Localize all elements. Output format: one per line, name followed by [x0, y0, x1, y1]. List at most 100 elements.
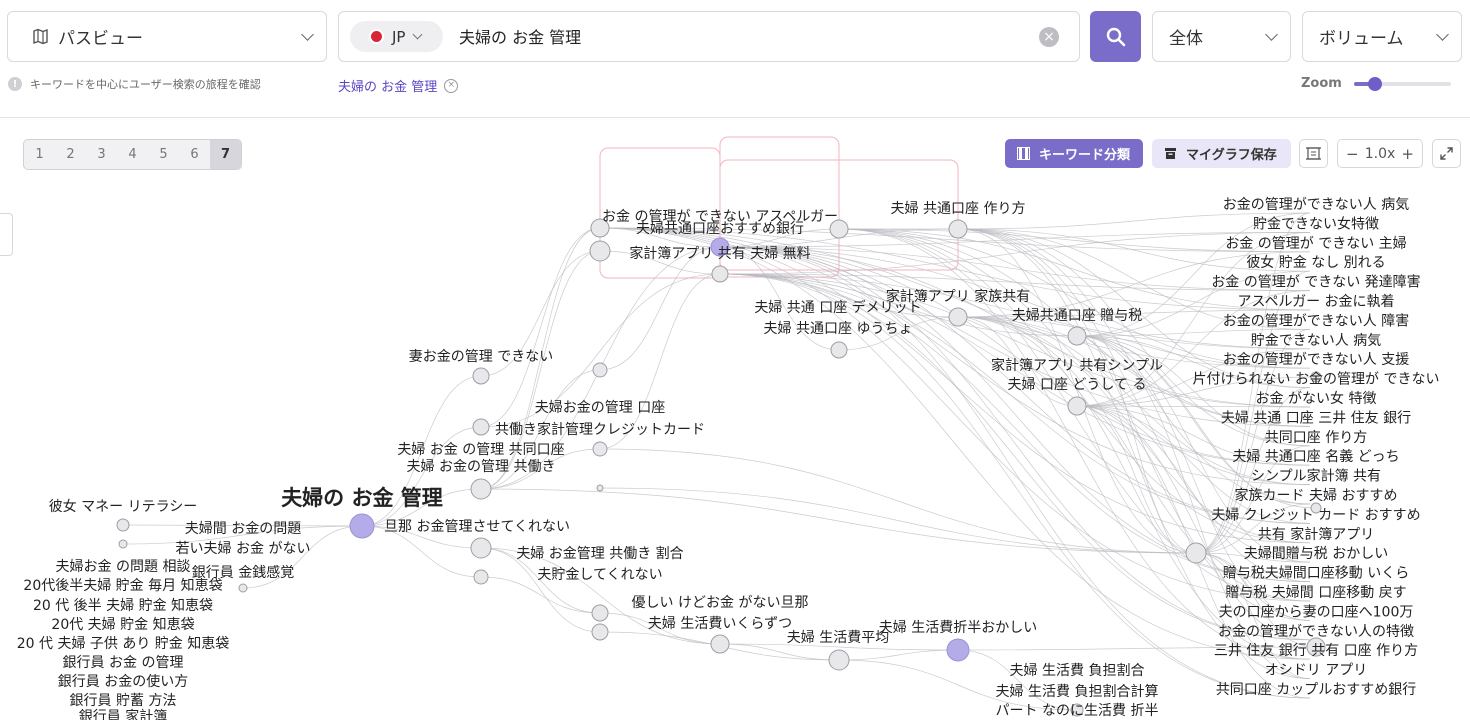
right-keyword-label[interactable]: 片付けられない お金の管理が できない	[1193, 372, 1440, 388]
graph-node-label[interactable]: 銀行員 家計簿	[79, 708, 167, 720]
graph-node[interactable]	[472, 367, 490, 385]
clear-search-icon[interactable]: ×	[1039, 27, 1059, 47]
graph-node[interactable]	[711, 265, 729, 283]
graph-node[interactable]	[591, 623, 609, 641]
right-keyword-label[interactable]: お金の管理ができない人の特徴	[1218, 624, 1414, 640]
right-keyword-label[interactable]: 貯金できない女特徴	[1253, 215, 1379, 232]
graph-node-label[interactable]: 家計簿アプリ 共有 夫婦 無料	[629, 245, 810, 262]
graph-node[interactable]	[592, 362, 608, 378]
right-keyword-label[interactable]: 贈与税夫婦間口座移動 いくら	[1223, 565, 1409, 582]
right-keyword-label[interactable]: 共有 家計簿アプリ	[1258, 526, 1374, 543]
scope-select[interactable]: 全体	[1152, 11, 1291, 62]
graph-node[interactable]	[591, 604, 609, 622]
right-keyword-label[interactable]: 夫婦 クレジット カード おすすめ	[1211, 506, 1420, 523]
graph-node-label[interactable]: 銀行員 お金の使い方	[58, 673, 188, 690]
graph-node-label[interactable]: 夫婦 お金 の管理 共同口座	[397, 441, 564, 458]
graph-node-label[interactable]: 彼女 マネー リテラシー	[49, 498, 198, 515]
graph-node-label[interactable]: 夫貯金してくれない	[537, 567, 662, 583]
right-keyword-label[interactable]: お金 の管理が できない 発達障害	[1211, 275, 1420, 291]
right-keyword-label[interactable]: オシドリ アプリ	[1265, 663, 1367, 679]
zoom-slider[interactable]	[1354, 77, 1451, 91]
graph-node-label[interactable]: 旦那 お金管理させてくれない	[384, 519, 570, 535]
graph-node-label[interactable]: 家計簿アプリ 共有シンプル	[991, 357, 1163, 374]
hint-text: ! キーワードを中心にユーザー検索の旅程を確認	[8, 76, 261, 92]
graph-node[interactable]	[116, 518, 130, 532]
graph-node[interactable]	[118, 539, 128, 549]
graph-node[interactable]	[830, 341, 848, 359]
graph-node-label[interactable]: 20代後半夫婦 貯金 毎月 知恵袋	[23, 577, 222, 594]
keyword-chip[interactable]: 夫婦の お金 管理 ×	[338, 76, 459, 95]
right-keyword-label[interactable]: お金の管理ができない人 障害	[1223, 313, 1409, 329]
right-keyword-label[interactable]: 夫の口座から妻の口座へ100万	[1219, 604, 1414, 620]
graph-node-label[interactable]: 夫婦お金の管理 口座	[535, 399, 665, 416]
right-keyword-label[interactable]: アスペルガー お金に執着	[1237, 294, 1394, 310]
graph-node-label[interactable]: 夫婦間 お金の問題	[185, 520, 301, 537]
graph-node[interactable]	[596, 484, 604, 492]
map-route-icon	[33, 28, 48, 45]
graph-node[interactable]	[710, 634, 730, 654]
graph-node[interactable]	[470, 478, 492, 500]
graph-node[interactable]	[349, 513, 375, 539]
search-button[interactable]	[1090, 11, 1141, 62]
right-keyword-label[interactable]: 夫婦 共通 口座 三井 住友 銀行	[1221, 409, 1411, 426]
graph-node-label[interactable]: 若い夫婦 お金 がない	[176, 540, 311, 557]
graph-node[interactable]	[948, 219, 968, 239]
graph-node-label[interactable]: パート なのに生活費 折半	[996, 703, 1159, 719]
right-keyword-label[interactable]: 共同口座 カップルおすすめ銀行	[1216, 682, 1416, 698]
graph-node[interactable]	[589, 240, 611, 262]
graph-node-label[interactable]: 夫婦 お金の管理 共働き	[407, 458, 556, 475]
country-select[interactable]: JP	[350, 21, 443, 52]
graph-node-label[interactable]: 夫婦 生活費いくらずつ	[648, 615, 792, 632]
keyword-search-input[interactable]	[457, 25, 1021, 46]
right-keyword-label[interactable]: お金 がない女 特徴	[1256, 390, 1377, 407]
graph-node-label[interactable]: 共働き家計管理クレジットカード	[495, 421, 705, 438]
right-keyword-label[interactable]: 贈与税 夫婦間 口座移動 戻す	[1225, 584, 1406, 601]
right-keyword-label[interactable]: お金の管理ができない人 病気	[1223, 197, 1409, 213]
center-keyword-label[interactable]: 夫婦の お金 管理	[281, 486, 443, 510]
view-mode-select[interactable]: パスビュー	[7, 11, 327, 62]
graph-node-label[interactable]: 夫婦 生活費 負担割合	[1010, 662, 1145, 679]
graph-node-label[interactable]: 夫婦 生活費 負担割合計算	[996, 683, 1159, 700]
right-keyword-label[interactable]: 夫婦間贈与税 おかしい	[1244, 545, 1388, 562]
graph-node[interactable]	[1067, 326, 1087, 346]
graph-node[interactable]	[1185, 542, 1207, 564]
right-keyword-label[interactable]: シンプル家計簿 共有	[1251, 468, 1381, 485]
graph-node[interactable]	[238, 583, 248, 593]
right-keyword-label[interactable]: お金 の管理が できない 主婦	[1225, 235, 1406, 252]
zoom-slider-handle[interactable]	[1368, 77, 1383, 91]
graph-node-label[interactable]: 夫婦 共通口座 ゆうちょ	[764, 320, 913, 337]
right-keyword-label[interactable]: お金の管理ができない人 支援	[1223, 352, 1409, 368]
right-keyword-label[interactable]: 家族カード 夫婦 おすすめ	[1235, 487, 1398, 504]
right-keyword-label[interactable]: 彼女 貯金 なし 別れる	[1246, 254, 1385, 271]
graph-node[interactable]	[472, 418, 490, 436]
graph-node[interactable]	[473, 569, 489, 585]
graph-node-label[interactable]: 20代 夫婦 貯金 知恵袋	[51, 616, 194, 633]
graph-node[interactable]	[946, 638, 970, 662]
graph-node-label[interactable]: 20 代 夫婦 子供 あり 貯金 知恵袋	[17, 635, 230, 652]
graph-node-label[interactable]: 銀行員 お金 の管理	[63, 655, 184, 671]
graph-node-label[interactable]: 夫婦お金 の問題 相談	[56, 558, 191, 575]
graph-node-label[interactable]: 夫婦 口座 どうして る	[1008, 376, 1147, 393]
graph-node[interactable]	[470, 537, 492, 559]
graph-node[interactable]	[828, 649, 850, 671]
graph-node-label[interactable]: 銀行員 貯蓄 方法	[70, 693, 177, 709]
graph-node-label[interactable]: 夫婦 共通 口座 デメリット	[754, 299, 921, 316]
right-keyword-label[interactable]: 貯金できない人 病気	[1251, 333, 1381, 349]
graph-node-label[interactable]: 夫婦共通口座 贈与税	[1012, 307, 1142, 324]
graph-node-label[interactable]: 20 代 後半 夫婦 貯金 知恵袋	[33, 597, 213, 614]
graph-node[interactable]	[948, 307, 968, 327]
graph-node-label[interactable]: 優しい けどお金 がない旦那	[632, 595, 809, 611]
graph-node-label[interactable]: 夫婦 共通口座 作り方	[891, 200, 1026, 217]
right-keyword-label[interactable]: 共同口座 作り方	[1265, 430, 1367, 446]
graph-node-label[interactable]: 夫婦 生活費折半おかしい	[879, 619, 1037, 636]
graph-node-label[interactable]: 夫婦共通口座おすすめ銀行	[636, 220, 804, 237]
graph-node[interactable]	[1067, 396, 1087, 416]
right-keyword-label[interactable]: 夫婦 共通口座 名義 どっち	[1232, 448, 1399, 465]
remove-chip-icon[interactable]: ×	[444, 78, 459, 93]
graph-node-label[interactable]: 夫婦 お金管理 共働き 割合	[516, 545, 683, 562]
right-keyword-label[interactable]: 三井 住友 銀行 共有 口座 作り方	[1214, 643, 1418, 659]
graph-node[interactable]	[592, 441, 608, 457]
graph-node-label[interactable]: 夫婦 生活費平均	[787, 629, 889, 646]
metric-select[interactable]: ボリューム	[1302, 11, 1462, 62]
graph-node-label[interactable]: 妻お金の管理 できない	[409, 349, 553, 365]
